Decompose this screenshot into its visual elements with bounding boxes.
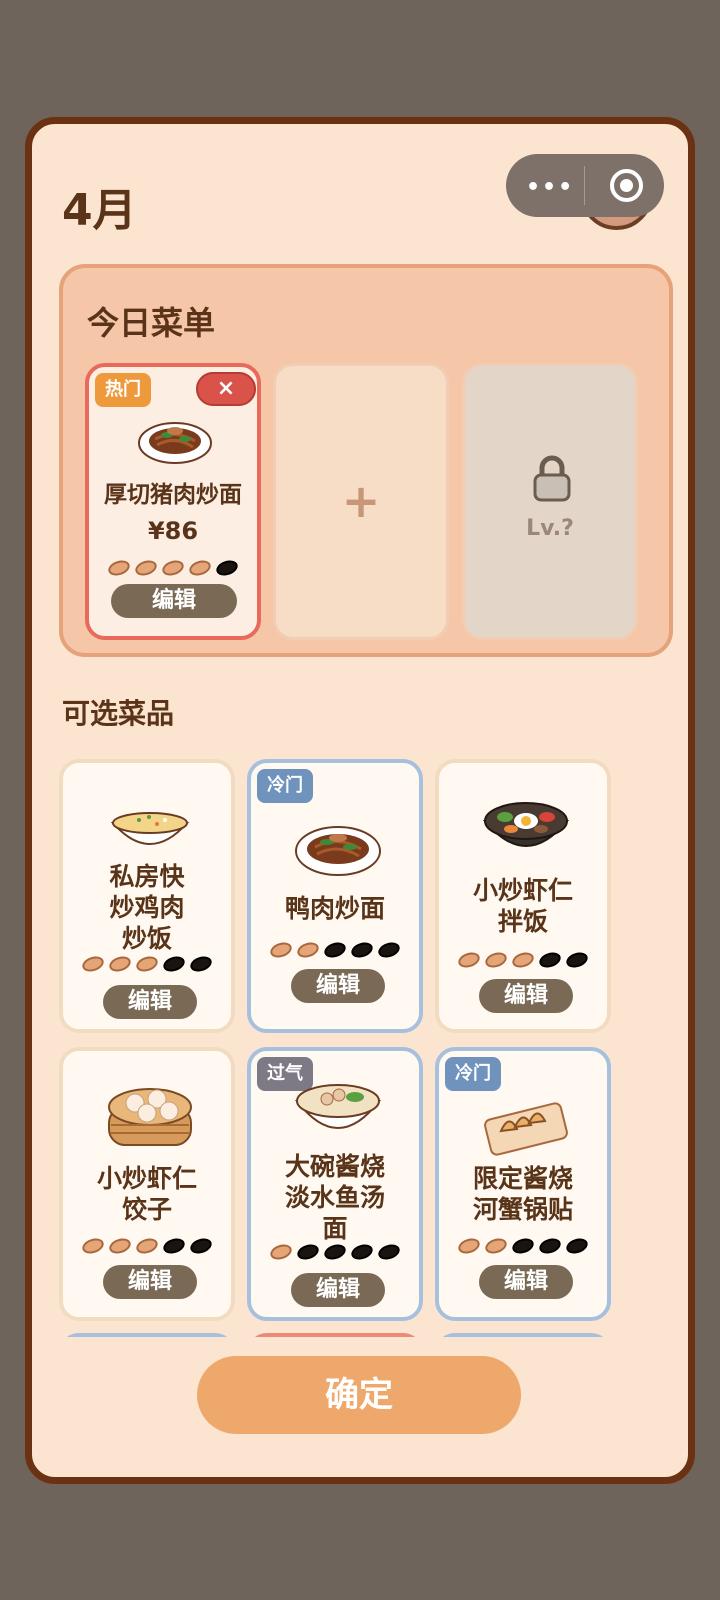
- edit-button[interactable]: 编辑: [479, 1265, 573, 1299]
- bean-empty-icon: [376, 1241, 402, 1263]
- bean-empty-icon: [188, 1235, 214, 1257]
- bean-empty-icon: [322, 1241, 348, 1263]
- bean-empty-icon: [214, 557, 240, 579]
- month-title: 4月: [62, 185, 137, 236]
- dish-name: 大碗酱烧 淡水鱼汤 面: [284, 1152, 385, 1243]
- dish-card[interactable]: [247, 1333, 423, 1337]
- confirm-button[interactable]: 确定: [197, 1356, 521, 1434]
- bean-filled-icon: [160, 557, 186, 579]
- bean-empty-icon: [564, 949, 590, 971]
- today-menu-section: 今日菜单 热门 × 厚切猪肉炒面 ¥86 编辑 + Lv.?: [59, 264, 673, 657]
- bean-filled-icon: [456, 1235, 482, 1257]
- lock-icon: [533, 455, 571, 502]
- dish-grid: 私房快 炒鸡肉 炒饭 编辑 冷门 鸭肉炒面 编辑 小炒虾仁 拌饭 编辑 小炒虾仁…: [59, 759, 649, 1337]
- bean-filled-icon: [106, 557, 132, 579]
- bean-filled-icon: [483, 949, 509, 971]
- edit-button[interactable]: 编辑: [479, 979, 573, 1013]
- bean-empty-icon: [188, 953, 214, 975]
- bean-filled-icon: [268, 1241, 294, 1263]
- dish-name: 鸭肉炒面: [284, 894, 385, 923]
- soup-icon: [294, 1084, 382, 1129]
- unlock-level: Lv.?: [526, 516, 574, 541]
- dish-name: 厚切猪肉炒面: [104, 482, 242, 508]
- bean-empty-icon: [349, 939, 375, 961]
- remove-dish-button[interactable]: ×: [196, 372, 256, 406]
- bean-empty-icon: [161, 953, 187, 975]
- edit-button[interactable]: 编辑: [103, 985, 197, 1019]
- dish-name: 小炒虾仁 饺子: [96, 1164, 197, 1224]
- bean-filled-icon: [134, 953, 160, 975]
- noodles-icon: [138, 422, 212, 464]
- today-slot-1[interactable]: 热门 × 厚切猪肉炒面 ¥86 编辑: [85, 363, 261, 640]
- bean-filled-icon: [80, 953, 106, 975]
- popularity-rating: [89, 557, 257, 579]
- dish-card[interactable]: 过气 大碗酱烧 淡水鱼汤 面 编辑: [247, 1047, 423, 1321]
- mini-program-capsule: •••: [506, 154, 664, 217]
- menu-panel: 4月 今日菜单 热门 × 厚切猪肉炒面 ¥86 编辑 + Lv.? ••• 可选…: [25, 117, 695, 1484]
- popularity-rating: [439, 1235, 607, 1257]
- bean-empty-icon: [510, 1235, 536, 1257]
- bean-filled-icon: [134, 1235, 160, 1257]
- edit-button[interactable]: 编辑: [291, 1273, 385, 1307]
- noodles-icon: [295, 826, 381, 876]
- popularity-rating: [63, 1235, 231, 1257]
- dish-card[interactable]: [435, 1333, 611, 1337]
- status-badge: 冷门: [445, 1057, 501, 1091]
- hot-badge: 热门: [95, 373, 151, 407]
- popularity-rating: [251, 1241, 419, 1263]
- today-menu-title: 今日菜单: [87, 304, 216, 342]
- dumplings-icon: [108, 1088, 192, 1146]
- exit-icon[interactable]: [610, 169, 643, 202]
- capsule-divider: [584, 166, 585, 205]
- edit-button[interactable]: 编辑: [291, 969, 385, 1003]
- bean-filled-icon: [133, 557, 159, 579]
- bean-filled-icon: [187, 557, 213, 579]
- dish-card[interactable]: 私房快 炒鸡肉 炒饭 编辑: [59, 759, 235, 1033]
- add-icon: +: [341, 474, 381, 528]
- bean-empty-icon: [376, 939, 402, 961]
- dish-name: 私房快 炒鸡肉 炒饭: [109, 862, 185, 953]
- today-slot-2-add[interactable]: +: [273, 363, 449, 640]
- potstickers-icon: [484, 1102, 568, 1156]
- bean-empty-icon: [322, 939, 348, 961]
- popularity-rating: [63, 953, 231, 975]
- popularity-rating: [439, 949, 607, 971]
- dish-price: ¥86: [147, 517, 199, 545]
- bean-filled-icon: [483, 1235, 509, 1257]
- bean-empty-icon: [295, 1241, 321, 1263]
- dish-name: 限定酱烧 河蟹锅贴: [472, 1164, 573, 1224]
- fried-rice-icon: [110, 812, 190, 845]
- dish-card[interactable]: 冷门 限定酱烧 河蟹锅贴 编辑: [435, 1047, 611, 1321]
- dish-card[interactable]: 冷门 鸭肉炒面 编辑: [247, 759, 423, 1033]
- bean-empty-icon: [349, 1241, 375, 1263]
- edit-button[interactable]: 编辑: [111, 584, 237, 618]
- bean-empty-icon: [161, 1235, 187, 1257]
- bean-filled-icon: [295, 939, 321, 961]
- more-icon[interactable]: •••: [526, 175, 574, 200]
- bean-filled-icon: [510, 949, 536, 971]
- bean-empty-icon: [537, 949, 563, 971]
- popularity-rating: [251, 939, 419, 961]
- bean-filled-icon: [80, 1235, 106, 1257]
- bean-filled-icon: [268, 939, 294, 961]
- bean-empty-icon: [537, 1235, 563, 1257]
- bean-filled-icon: [107, 953, 133, 975]
- status-badge: 冷门: [257, 769, 313, 803]
- dish-name: 小炒虾仁 拌饭: [472, 876, 573, 936]
- dish-card[interactable]: [59, 1333, 235, 1337]
- bibimbap-icon: [482, 802, 570, 847]
- edit-button[interactable]: 编辑: [103, 1265, 197, 1299]
- bean-empty-icon: [564, 1235, 590, 1257]
- bean-filled-icon: [456, 949, 482, 971]
- available-dishes-title: 可选菜品: [62, 697, 175, 730]
- dish-card[interactable]: 小炒虾仁 拌饭 编辑: [435, 759, 611, 1033]
- today-slot-3-locked: Lv.?: [462, 363, 638, 640]
- dish-card[interactable]: 小炒虾仁 饺子 编辑: [59, 1047, 235, 1321]
- bean-filled-icon: [107, 1235, 133, 1257]
